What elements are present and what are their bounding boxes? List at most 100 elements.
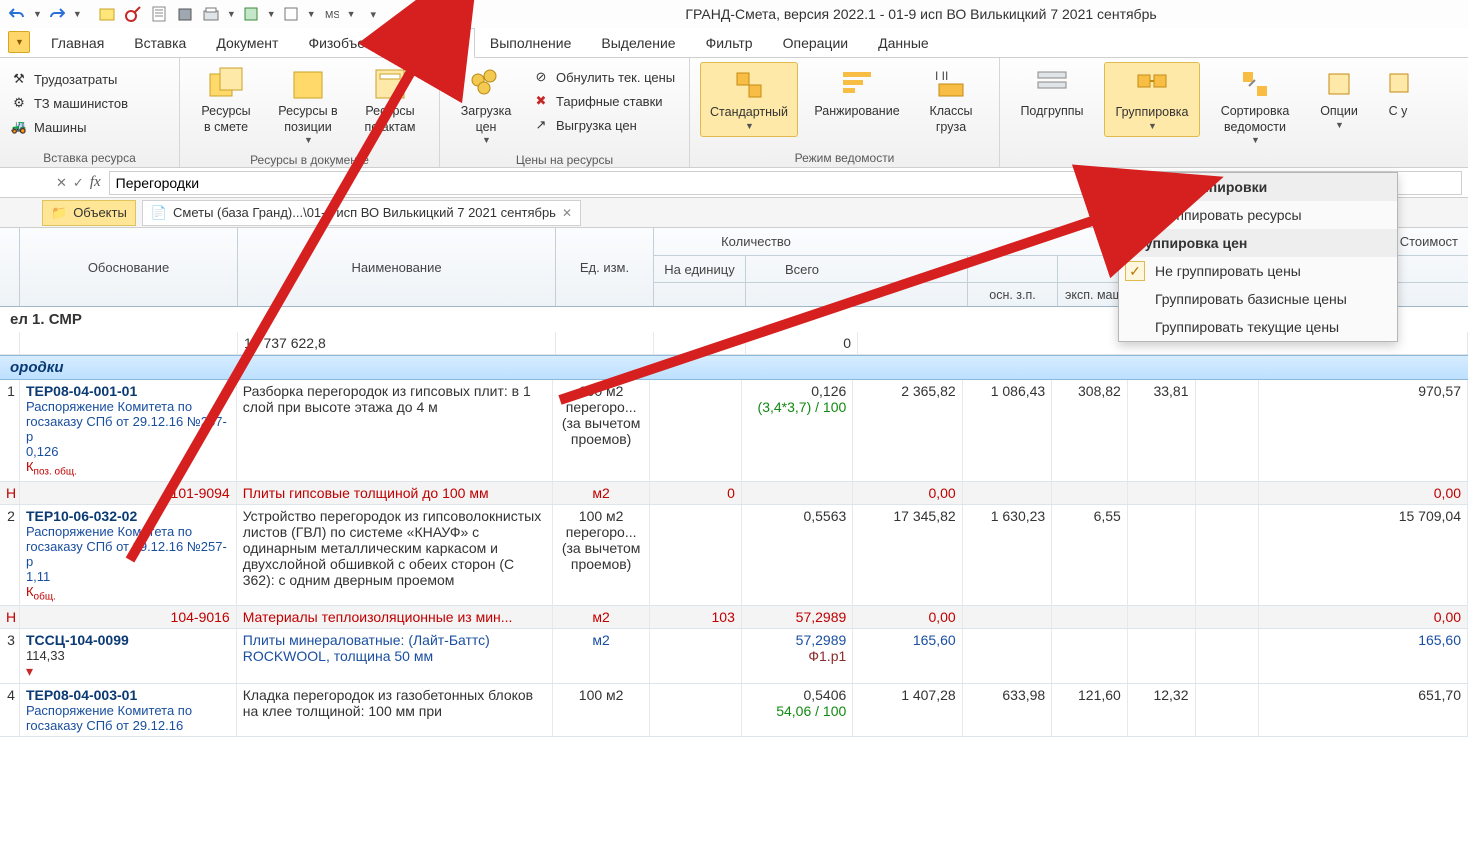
tab-exec[interactable]: Выполнение [475,28,586,57]
table-row[interactable]: Н 104-9016 Материалы теплоизоляционные и… [0,606,1468,629]
qat-icon-4[interactable] [174,3,196,25]
btn-res-in-pos[interactable]: Ресурсы впозиции▼ [272,62,344,151]
btn-standard-mode[interactable]: Стандартный▼ [700,62,798,137]
ranking-icon [839,66,875,102]
tab-resources[interactable]: Ресурсы [390,28,475,58]
tab-phys[interactable]: Физобъем [293,28,389,57]
qat-icon-1[interactable] [96,3,118,25]
qat-8-dropdown[interactable]: ▼ [347,9,356,19]
btn-res-in-smeta[interactable]: Ресурсыв смете [190,62,262,139]
qat-icon-8[interactable]: MS [320,3,342,25]
qat-6-dropdown[interactable]: ▼ [267,9,276,19]
formula-accept-icon[interactable]: ✓ [73,175,84,191]
dd-group-current-prices[interactable]: Группировать текущие цены [1119,313,1397,341]
btn-grouping[interactable]: Группировка▼ [1104,62,1200,137]
btn-subgroups[interactable]: Подгруппы [1010,62,1094,124]
dd-group-basic-prices[interactable]: Группировать базисные цены [1119,285,1397,313]
doc-tab-estimate[interactable]: 📄 Сметы (база Гранд)...\01-9 исп ВО Виль… [142,200,581,226]
qat-icon-6[interactable] [240,3,262,25]
btn-load-prices[interactable]: Загрузкацен▼ [450,62,522,151]
res-acts-icon [372,66,408,102]
table-row[interactable]: 3 ТССЦ-104-0099 114,33 ▾ Плиты минералов… [0,629,1468,684]
tab-data[interactable]: Данные [863,28,944,57]
group-res-doc-label: Ресурсы в документе [190,151,429,167]
doc-tab-objects[interactable]: 📁 Объекты [42,200,136,226]
btn-cargo-classes[interactable]: I II Классыгруза [916,62,986,139]
su-icon [1380,66,1416,102]
table-row[interactable]: 4 ТЕР08-04-003-01 Распоряжение Комитета … [0,684,1468,737]
hdr-basis: Обоснование [20,228,238,306]
fx-icon[interactable]: fx [90,174,101,191]
quick-access-toolbar: ▼ ▼ ▼ ▼ ▼ MS ▼ ▾ ГРАНД-Смета, версия 202… [0,0,1468,28]
ribbon-tabs: ▼ Главная Вставка Документ Физобъем Ресу… [0,28,1468,58]
redo-dropdown-icon[interactable]: ▼ [73,9,82,19]
table-row[interactable]: 2 ТЕР10-06-032-02 Распоряжение Комитета … [0,505,1468,607]
app-title: ГРАНД-Смета, версия 2022.1 - 01-9 исп ВО… [380,6,1462,22]
table-row[interactable]: 1 ТЕР08-04-001-01 Распоряжение Комитета … [0,380,1468,482]
qat-7-dropdown[interactable]: ▼ [307,9,316,19]
btn-labor[interactable]: ⚒Трудозатраты [10,68,128,90]
grid-body: ел 1. СМР 10 737 622,8 0 ородки 1 ТЕР08-… [0,307,1468,737]
dd-group-resources[interactable]: Группировать ресурсы [1119,201,1397,229]
grouping-dropdown: Режим группировки Группировать ресурсы Г… [1118,172,1398,342]
tab-document[interactable]: Документ [201,28,293,57]
btn-zero-prices[interactable]: ⊘Обнулить тек. цены [532,66,675,88]
svg-text:MS: MS [325,10,339,21]
btn-res-acts[interactable]: Ресурсыпо актам [354,62,426,139]
load-prices-icon [468,66,504,102]
btn-su-cut[interactable]: С у [1378,62,1418,124]
tab-main[interactable]: Главная [36,28,119,57]
undo-dropdown-icon[interactable]: ▼ [33,9,42,19]
svg-text:I II: I II [935,69,948,83]
group-band[interactable]: ородки [0,355,1468,380]
qat-icon-7[interactable] [280,3,302,25]
machine-icon: 🚜 [10,118,28,136]
file-menu-button[interactable]: ▼ [8,31,30,53]
btn-export-prices[interactable]: ↗Выгрузка цен [532,114,675,136]
tab-select[interactable]: Выделение [586,28,690,57]
btn-mach[interactable]: 🚜Машины [10,116,128,138]
dd-no-group-prices[interactable]: ✓ Не группировать цены [1119,257,1397,285]
grouping-icon [1134,67,1170,103]
doc-icon: 📄 [151,205,167,221]
hdr-qty: Количество [654,228,858,256]
options-icon [1321,66,1357,102]
tab-ops[interactable]: Операции [768,28,864,57]
btn-tariff[interactable]: ✖Тарифные ставки [532,90,675,112]
qat-icon-2[interactable] [122,3,144,25]
btn-tz-mach[interactable]: ⚙ТЗ машинистов [10,92,128,114]
undo-icon[interactable] [6,3,28,25]
tab-filter[interactable]: Фильтр [691,28,768,57]
zero-icon: ⊘ [532,68,550,86]
btn-options[interactable]: Опции▼ [1310,62,1368,135]
btn-sorting[interactable]: Сортировкаведомости▼ [1210,62,1300,151]
hdr-name: Наименование [238,228,556,306]
qat-5-dropdown[interactable]: ▼ [227,9,236,19]
table-row[interactable]: Н 101-9094 Плиты гипсовые толщиной до 10… [0,482,1468,505]
hdr-unit: Ед. изм. [556,228,654,306]
formula-cancel-icon[interactable]: ✕ [56,175,67,191]
group-mode-label: Режим ведомости [700,149,989,165]
group-prices-label: Цены на ресурсы [450,151,679,167]
tab-insert[interactable]: Вставка [119,28,201,57]
ribbon: ⚒Трудозатраты ⚙ТЗ машинистов 🚜Машины Вст… [0,58,1468,168]
code-cell: ТЕР08-04-001-01 [26,383,230,399]
res-smeta-icon [208,66,244,102]
qat-icon-5[interactable] [200,3,222,25]
sort-icon [1237,66,1273,102]
hdr-osn-zp: осн. з.п. [968,283,1058,306]
qat-icon-3[interactable] [148,3,170,25]
labor-icon: ⚒ [10,70,28,88]
k-coef: Кпоз. общ. [26,459,230,478]
close-icon[interactable]: ✕ [562,206,572,220]
formula-input[interactable] [109,171,1134,195]
tz-icon: ⚙ [10,94,28,112]
qat-customize-icon[interactable]: ▾ [371,8,377,21]
hdr-qty-total: Всего [746,256,858,282]
hdr-qty-unit: На единицу [654,256,746,282]
export-icon: ↗ [532,116,550,134]
folder-icon: 📁 [51,205,67,221]
btn-ranking[interactable]: Ранжирование [808,62,906,124]
standard-icon [731,67,767,103]
redo-icon[interactable] [46,3,68,25]
